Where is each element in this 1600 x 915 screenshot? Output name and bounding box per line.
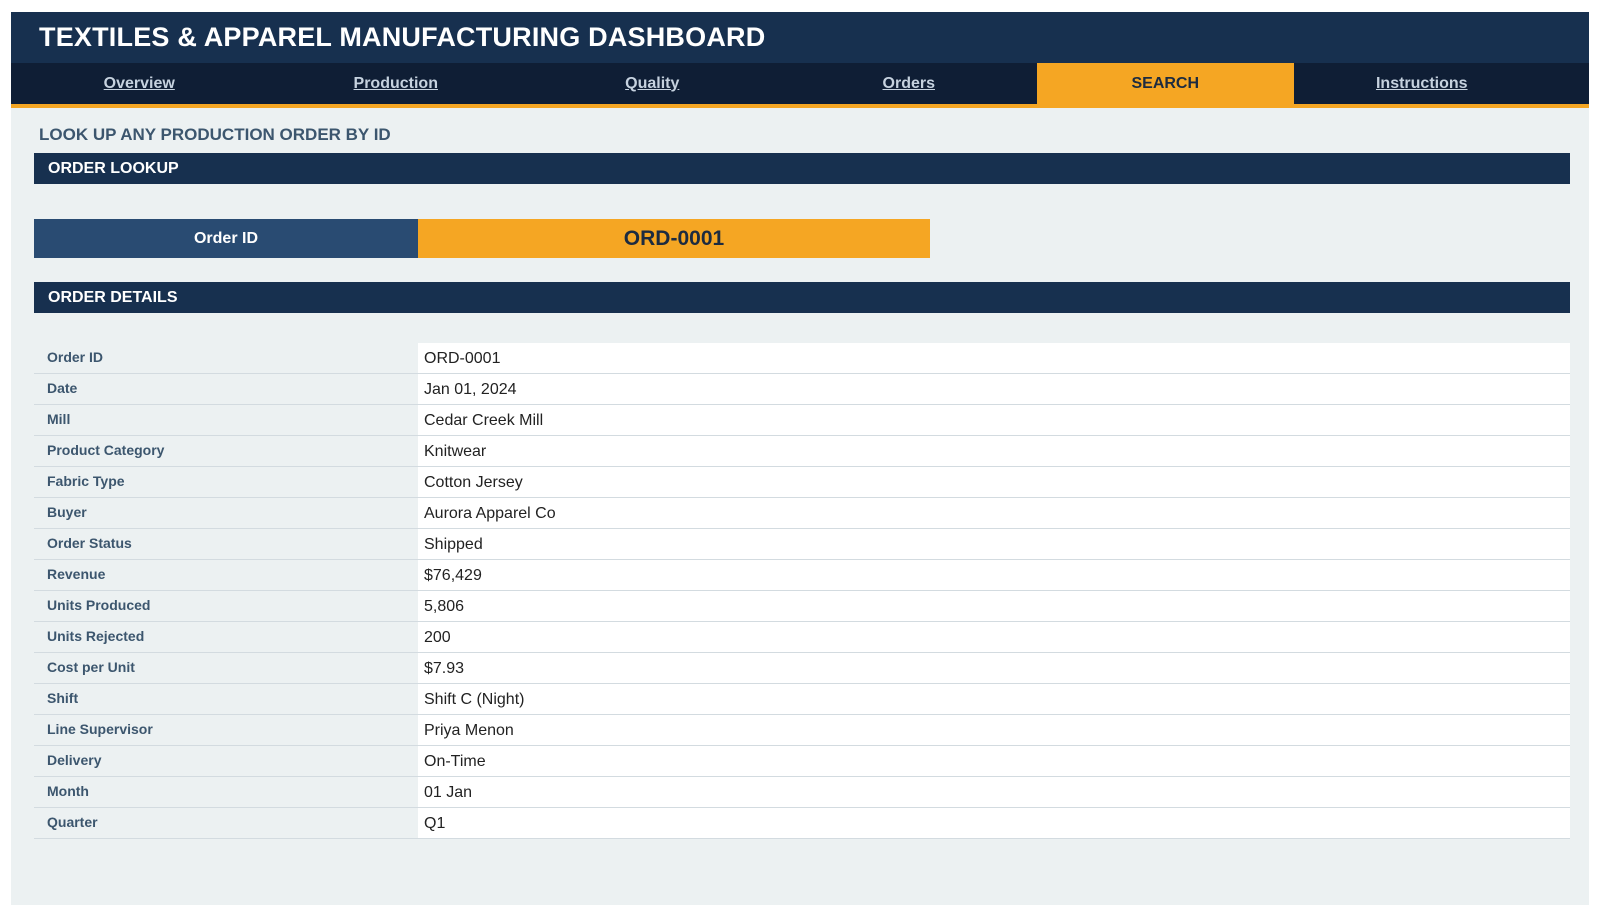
table-row: Product Category Knitwear bbox=[34, 436, 1570, 467]
table-row: Delivery On-Time bbox=[34, 746, 1570, 777]
detail-value: Cedar Creek Mill bbox=[418, 405, 1570, 435]
detail-value: $76,429 bbox=[418, 560, 1570, 590]
tab-orders[interactable]: Orders bbox=[781, 63, 1038, 104]
detail-label: Date bbox=[34, 374, 418, 404]
table-row: Order ID ORD-0001 bbox=[34, 343, 1570, 374]
detail-label: Units Produced bbox=[34, 591, 418, 621]
order-details-table: Order ID ORD-0001 Date Jan 01, 2024 Mill Ceda… bbox=[34, 343, 1570, 839]
detail-value: Q1 bbox=[418, 808, 1570, 838]
order-lookup-section-header: ORDER LOOKUP bbox=[34, 153, 1570, 184]
tab-quality[interactable]: Quality bbox=[524, 63, 781, 104]
table-row: Date Jan 01, 2024 bbox=[34, 374, 1570, 405]
order-id-label: Order ID bbox=[34, 219, 418, 258]
order-id-input[interactable]: ORD-0001 bbox=[418, 219, 930, 258]
detail-value: 5,806 bbox=[418, 591, 1570, 621]
detail-label: Line Supervisor bbox=[34, 715, 418, 745]
dashboard-frame: TEXTILES & APPAREL MANUFACTURING DASHBOA… bbox=[11, 12, 1589, 905]
detail-label: Product Category bbox=[34, 436, 418, 466]
detail-value: Shipped bbox=[418, 529, 1570, 559]
detail-label: Quarter bbox=[34, 808, 418, 838]
table-row: Fabric Type Cotton Jersey bbox=[34, 467, 1570, 498]
detail-value: Priya Menon bbox=[418, 715, 1570, 745]
detail-value: $7.93 bbox=[418, 653, 1570, 683]
detail-value: Jan 01, 2024 bbox=[418, 374, 1570, 404]
detail-label: Delivery bbox=[34, 746, 418, 776]
detail-value: ORD-0001 bbox=[418, 343, 1570, 373]
table-row: Month 01 Jan bbox=[34, 777, 1570, 808]
table-row: Line Supervisor Priya Menon bbox=[34, 715, 1570, 746]
table-row: Buyer Aurora Apparel Co bbox=[34, 498, 1570, 529]
table-row: Units Rejected 200 bbox=[34, 622, 1570, 653]
order-details-section-header: ORDER DETAILS bbox=[34, 282, 1570, 313]
tab-production[interactable]: Production bbox=[268, 63, 525, 104]
detail-label: Order Status bbox=[34, 529, 418, 559]
detail-label: Fabric Type bbox=[34, 467, 418, 497]
table-row: Mill Cedar Creek Mill bbox=[34, 405, 1570, 436]
tab-instructions[interactable]: Instructions bbox=[1294, 63, 1551, 104]
table-row: Shift Shift C (Night) bbox=[34, 684, 1570, 715]
detail-value: Knitwear bbox=[418, 436, 1570, 466]
detail-label: Month bbox=[34, 777, 418, 807]
detail-label: Order ID bbox=[34, 343, 418, 373]
table-row: Units Produced 5,806 bbox=[34, 591, 1570, 622]
detail-value: 200 bbox=[418, 622, 1570, 652]
tab-overview[interactable]: Overview bbox=[11, 63, 268, 104]
detail-value: On-Time bbox=[418, 746, 1570, 776]
detail-value: Cotton Jersey bbox=[418, 467, 1570, 497]
detail-label: Cost per Unit bbox=[34, 653, 418, 683]
detail-value: Aurora Apparel Co bbox=[418, 498, 1570, 528]
table-row: Revenue $76,429 bbox=[34, 560, 1570, 591]
tab-search[interactable]: SEARCH bbox=[1037, 63, 1294, 104]
detail-value: Shift C (Night) bbox=[418, 684, 1570, 714]
dashboard-title: TEXTILES & APPAREL MANUFACTURING DASHBOA… bbox=[39, 22, 766, 52]
detail-label: Shift bbox=[34, 684, 418, 714]
detail-label: Units Rejected bbox=[34, 622, 418, 652]
detail-value: 01 Jan bbox=[418, 777, 1570, 807]
table-row: Cost per Unit $7.93 bbox=[34, 653, 1570, 684]
dashboard-header: TEXTILES & APPAREL MANUFACTURING DASHBOA… bbox=[11, 12, 1589, 63]
page-subtitle: LOOK UP ANY PRODUCTION ORDER BY ID bbox=[39, 125, 391, 144]
detail-label: Revenue bbox=[34, 560, 418, 590]
table-row: Order Status Shipped bbox=[34, 529, 1570, 560]
table-row: Quarter Q1 bbox=[34, 808, 1570, 839]
nav-tabs: Overview Production Quality Orders SEARC… bbox=[11, 63, 1589, 108]
detail-label: Mill bbox=[34, 405, 418, 435]
detail-label: Buyer bbox=[34, 498, 418, 528]
